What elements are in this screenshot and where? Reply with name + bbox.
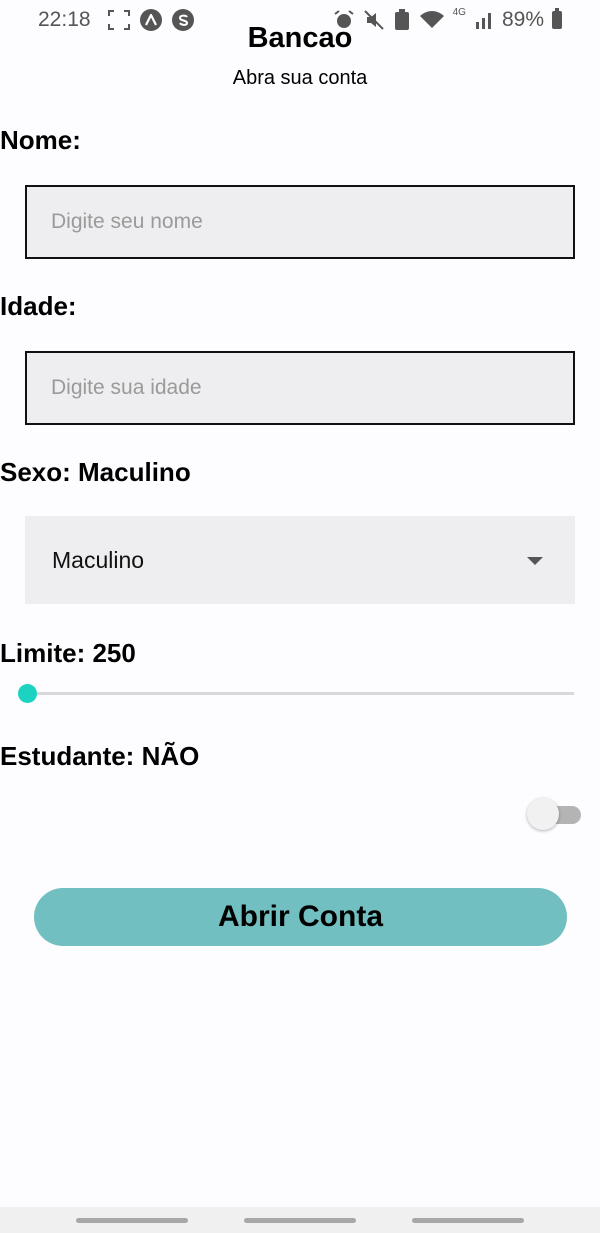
app-subtitle: Abra sua conta xyxy=(232,67,368,89)
age-input[interactable] xyxy=(27,353,573,423)
limit-label: Limite: 250 xyxy=(0,638,136,668)
age-label: Idade: xyxy=(0,291,77,321)
dropdown-arrow-icon xyxy=(527,557,543,565)
student-label: Estudante: NÃO xyxy=(0,741,200,771)
sex-label: Sexo: Maculino xyxy=(0,457,191,487)
nav-home-button[interactable] xyxy=(244,1218,356,1223)
switch-thumb[interactable] xyxy=(527,798,559,830)
network-type: 4G xyxy=(452,6,466,18)
sex-select[interactable]: Maculino xyxy=(25,516,575,604)
student-switch[interactable] xyxy=(527,798,583,832)
navigation-bar xyxy=(0,1207,600,1233)
nav-recents-button[interactable] xyxy=(76,1218,188,1223)
name-label: Nome: xyxy=(0,125,81,155)
nav-back-button[interactable] xyxy=(412,1218,524,1223)
app-title: Bancao xyxy=(247,22,353,54)
sex-select-value: Maculino xyxy=(52,547,145,573)
age-field[interactable] xyxy=(25,351,575,425)
slider-track xyxy=(26,692,574,695)
name-input[interactable] xyxy=(27,187,573,257)
name-field[interactable] xyxy=(25,185,575,259)
limit-slider[interactable] xyxy=(18,680,574,708)
slider-thumb[interactable] xyxy=(18,684,37,703)
open-account-button[interactable]: Abrir Conta xyxy=(34,888,567,946)
